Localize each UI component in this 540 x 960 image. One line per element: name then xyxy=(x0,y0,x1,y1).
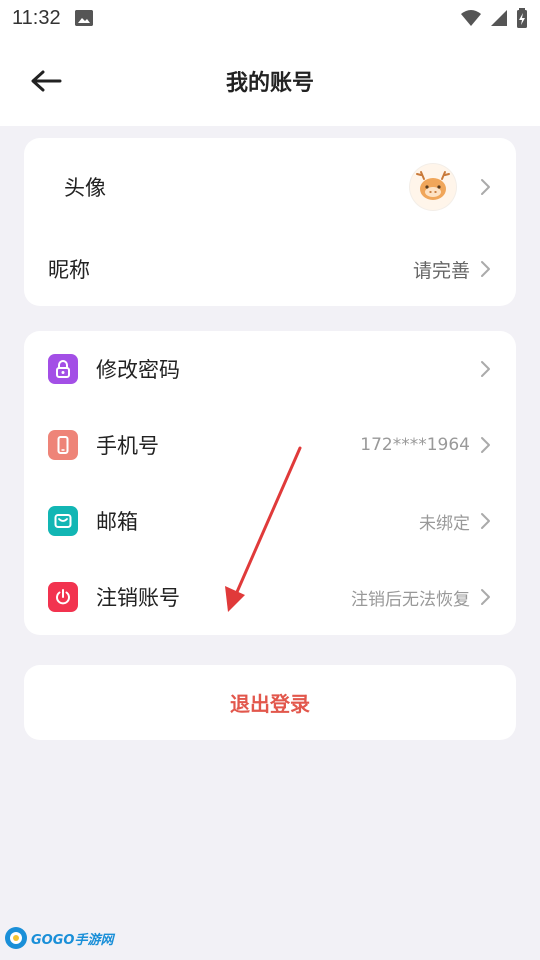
chevron-right-icon xyxy=(481,261,490,277)
chevron-right-icon xyxy=(481,437,490,453)
delete-account-row[interactable]: 注销账号 注销后无法恢复 xyxy=(24,567,516,627)
chevron-right-icon xyxy=(481,513,490,529)
page-title: 我的账号 xyxy=(225,71,314,96)
watermark-logo-icon xyxy=(5,927,27,949)
nickname-value: 请完善 xyxy=(412,259,470,282)
status-bar: 11:32 xyxy=(0,0,540,36)
chevron-right-icon xyxy=(481,589,490,605)
change-password-label: 修改密码 xyxy=(96,358,180,382)
back-button[interactable] xyxy=(26,64,66,98)
lock-icon xyxy=(48,354,78,384)
avatar-label: 头像 xyxy=(64,176,106,200)
logout-label: 退出登录 xyxy=(230,692,310,716)
avatar[interactable] xyxy=(410,164,456,210)
watermark-text: GOGO手游网 xyxy=(31,932,114,948)
battery-icon xyxy=(517,8,527,28)
phone-icon xyxy=(48,430,78,460)
back-arrow-icon xyxy=(31,70,62,92)
watermark: GOGO手游网 xyxy=(4,926,113,950)
signal-icon xyxy=(491,10,507,26)
account-security-card: 修改密码 手机号 172****1964 邮箱 未绑定 注销账号 注销后无法恢复 xyxy=(24,331,516,635)
delete-account-label: 注销账号 xyxy=(96,586,180,610)
phone-row[interactable]: 手机号 172****1964 xyxy=(24,415,516,475)
change-password-row[interactable]: 修改密码 xyxy=(24,339,516,399)
app-header: 我的账号 xyxy=(0,36,540,126)
mail-icon xyxy=(48,506,78,536)
status-indicators xyxy=(460,8,528,28)
phone-value: 172****1964 xyxy=(360,435,470,455)
email-value: 未绑定 xyxy=(419,513,470,534)
email-row[interactable]: 邮箱 未绑定 xyxy=(24,491,516,551)
wifi-icon xyxy=(461,10,481,26)
power-icon xyxy=(48,582,78,612)
chevron-right-icon xyxy=(481,361,490,377)
logout-button[interactable]: 退出登录 xyxy=(24,665,516,740)
profile-card: 头像 昵称 请完善 xyxy=(24,138,516,306)
delete-account-value: 注销后无法恢复 xyxy=(351,589,470,610)
chevron-right-icon xyxy=(481,179,490,195)
phone-label: 手机号 xyxy=(96,434,159,458)
gallery-notification-icon xyxy=(74,10,93,26)
avatar-row[interactable]: 头像 xyxy=(24,156,516,218)
nickname-label: 昵称 xyxy=(48,258,90,282)
deer-avatar-icon xyxy=(416,171,450,200)
email-label: 邮箱 xyxy=(96,510,138,534)
status-time: 11:32 xyxy=(12,6,61,29)
nickname-row[interactable]: 昵称 请完善 xyxy=(24,238,516,300)
